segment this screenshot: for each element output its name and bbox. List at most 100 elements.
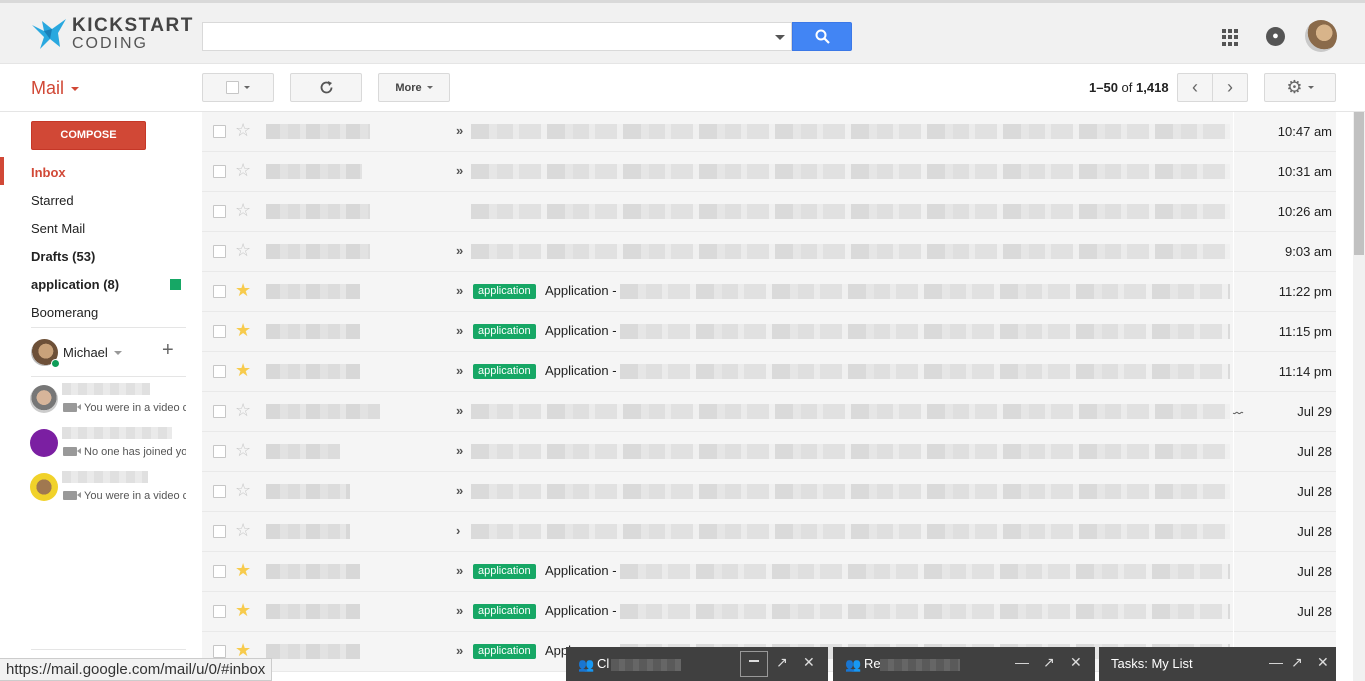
label-tag[interactable]: application [473,644,536,659]
row-checkbox[interactable] [213,605,226,618]
close-icon[interactable]: ✕ [1317,654,1329,671]
mail-switcher-caret-icon[interactable] [71,87,79,91]
label-tag[interactable]: application [473,364,536,379]
importance-marker[interactable]: » [456,283,463,298]
email-row[interactable]: ★ » application Application - 11:22 pm [202,272,1336,312]
importance-marker[interactable]: › [456,523,460,538]
popout-icon[interactable]: ↗ [1291,654,1303,671]
bell-icon[interactable]: ● [1266,27,1285,46]
row-checkbox[interactable] [213,205,226,218]
close-icon[interactable]: ✕ [1070,654,1082,671]
sidebar-item-boomerang[interactable]: Boomerang [31,305,98,320]
row-checkbox[interactable] [213,565,226,578]
email-row[interactable]: ☆ » Jul 28 [202,472,1336,512]
mail-switcher[interactable]: Mail [31,78,64,99]
star-icon[interactable]: ☆ [235,240,251,260]
minimize-icon[interactable]: — [1269,654,1283,670]
chat-window[interactable]: 👥 Re — ↗ ✕ [833,647,1095,681]
settings-button[interactable]: ⚙ [1264,73,1336,102]
minimize-button[interactable] [740,651,768,677]
popout-icon[interactable]: ↗ [776,654,788,671]
label-tag[interactable]: application [473,604,536,619]
star-icon[interactable]: ★ [235,600,251,620]
row-checkbox[interactable] [213,365,226,378]
star-icon[interactable]: ☆ [235,160,251,180]
email-row[interactable]: ☆» ⌇ Jul 29 [202,392,1336,432]
sidebar-item-inbox[interactable]: Inbox [31,165,66,180]
email-row[interactable]: ☆ 10:26 am [202,192,1336,232]
chat-title[interactable]: Re [864,656,881,671]
importance-marker[interactable]: » [456,643,463,658]
chevron-down-icon[interactable] [114,351,122,355]
hangouts-user-name[interactable]: Michael [63,345,108,360]
search-options-icon[interactable] [775,35,785,40]
row-checkbox[interactable] [213,645,226,658]
tasks-window[interactable]: Tasks: My List — ↗ ✕ [1099,647,1336,681]
importance-marker[interactable]: » [456,443,463,458]
email-row[interactable]: ☆ › Jul 28 [202,512,1336,552]
sidebar-item-starred[interactable]: Starred [31,193,74,208]
star-icon[interactable]: ☆ [235,400,251,420]
label-tag[interactable]: application [473,284,536,299]
email-row[interactable]: ★ » application Application - 11:14 pm [202,352,1336,392]
compose-button[interactable]: COMPOSE [31,121,146,150]
account-avatar[interactable] [1305,20,1337,52]
popout-icon[interactable]: ↗ [1043,654,1055,671]
importance-marker[interactable]: » [456,403,463,418]
importance-marker[interactable]: » [456,323,463,338]
row-checkbox[interactable] [213,485,226,498]
sidebar-item-sent[interactable]: Sent Mail [31,221,85,236]
star-icon[interactable]: ★ [235,320,251,340]
star-icon[interactable]: ☆ [235,440,251,460]
star-icon[interactable]: ★ [235,280,251,300]
row-checkbox[interactable] [213,325,226,338]
star-icon[interactable]: ★ [235,640,251,660]
scrollbar[interactable] [1353,112,1365,681]
email-row[interactable]: ☆ » 10:31 am [202,152,1336,192]
importance-marker[interactable]: » [456,163,463,178]
star-icon[interactable]: ★ [235,360,251,380]
importance-marker[interactable]: » [456,123,463,138]
contact-item[interactable]: No one has joined yo [30,427,190,463]
email-row[interactable]: ☆ » 10:47 am [202,112,1336,152]
importance-marker[interactable]: » [456,483,463,498]
importance-marker[interactable]: » [456,363,463,378]
search-input[interactable] [202,22,792,51]
email-row[interactable]: ☆ » 9:03 am [202,232,1336,272]
email-row[interactable]: ★ » application Application - Jul 28 [202,592,1336,632]
row-checkbox[interactable] [213,445,226,458]
row-checkbox[interactable] [213,245,226,258]
new-conversation-icon[interactable]: + [162,340,174,360]
chat-title[interactable]: Cl [597,656,609,671]
label-tag[interactable]: application [473,564,536,579]
star-icon[interactable]: ☆ [235,520,251,540]
row-checkbox[interactable] [213,125,226,138]
importance-marker[interactable]: » [456,243,463,258]
star-icon[interactable]: ★ [235,560,251,580]
close-icon[interactable]: ✕ [803,654,815,671]
tasks-title[interactable]: Tasks: My List [1111,656,1193,671]
select-all-button[interactable] [202,73,274,102]
email-row[interactable]: ★ » application Application - 11:15 pm [202,312,1336,352]
importance-marker[interactable]: » [456,563,463,578]
row-checkbox[interactable] [213,165,226,178]
row-checkbox[interactable] [213,525,226,538]
logo[interactable]: KICKSTART CODING [30,15,192,55]
star-icon[interactable]: ☆ [235,200,251,220]
row-checkbox[interactable] [213,285,226,298]
star-icon[interactable]: ☆ [235,480,251,500]
search-button[interactable] [792,22,852,51]
more-button[interactable]: More [378,73,450,102]
contact-item[interactable]: You were in a video c [30,383,190,419]
chat-window[interactable]: 👥 Cl ↗ ✕ [566,647,828,681]
sidebar-item-application[interactable]: application (8) [31,277,119,292]
email-row[interactable]: ★ » application Application - Jul 28 [202,552,1336,592]
label-color-swatch[interactable] [170,279,181,290]
email-row[interactable]: ☆ » Jul 28 [202,432,1336,472]
label-tag[interactable]: application [473,324,536,339]
scrollbar-thumb[interactable] [1354,112,1364,255]
apps-grid-icon[interactable] [1222,29,1239,46]
star-icon[interactable]: ☆ [235,120,251,140]
minimize-icon[interactable]: — [1015,654,1029,670]
sidebar-item-drafts[interactable]: Drafts (53) [31,249,95,264]
